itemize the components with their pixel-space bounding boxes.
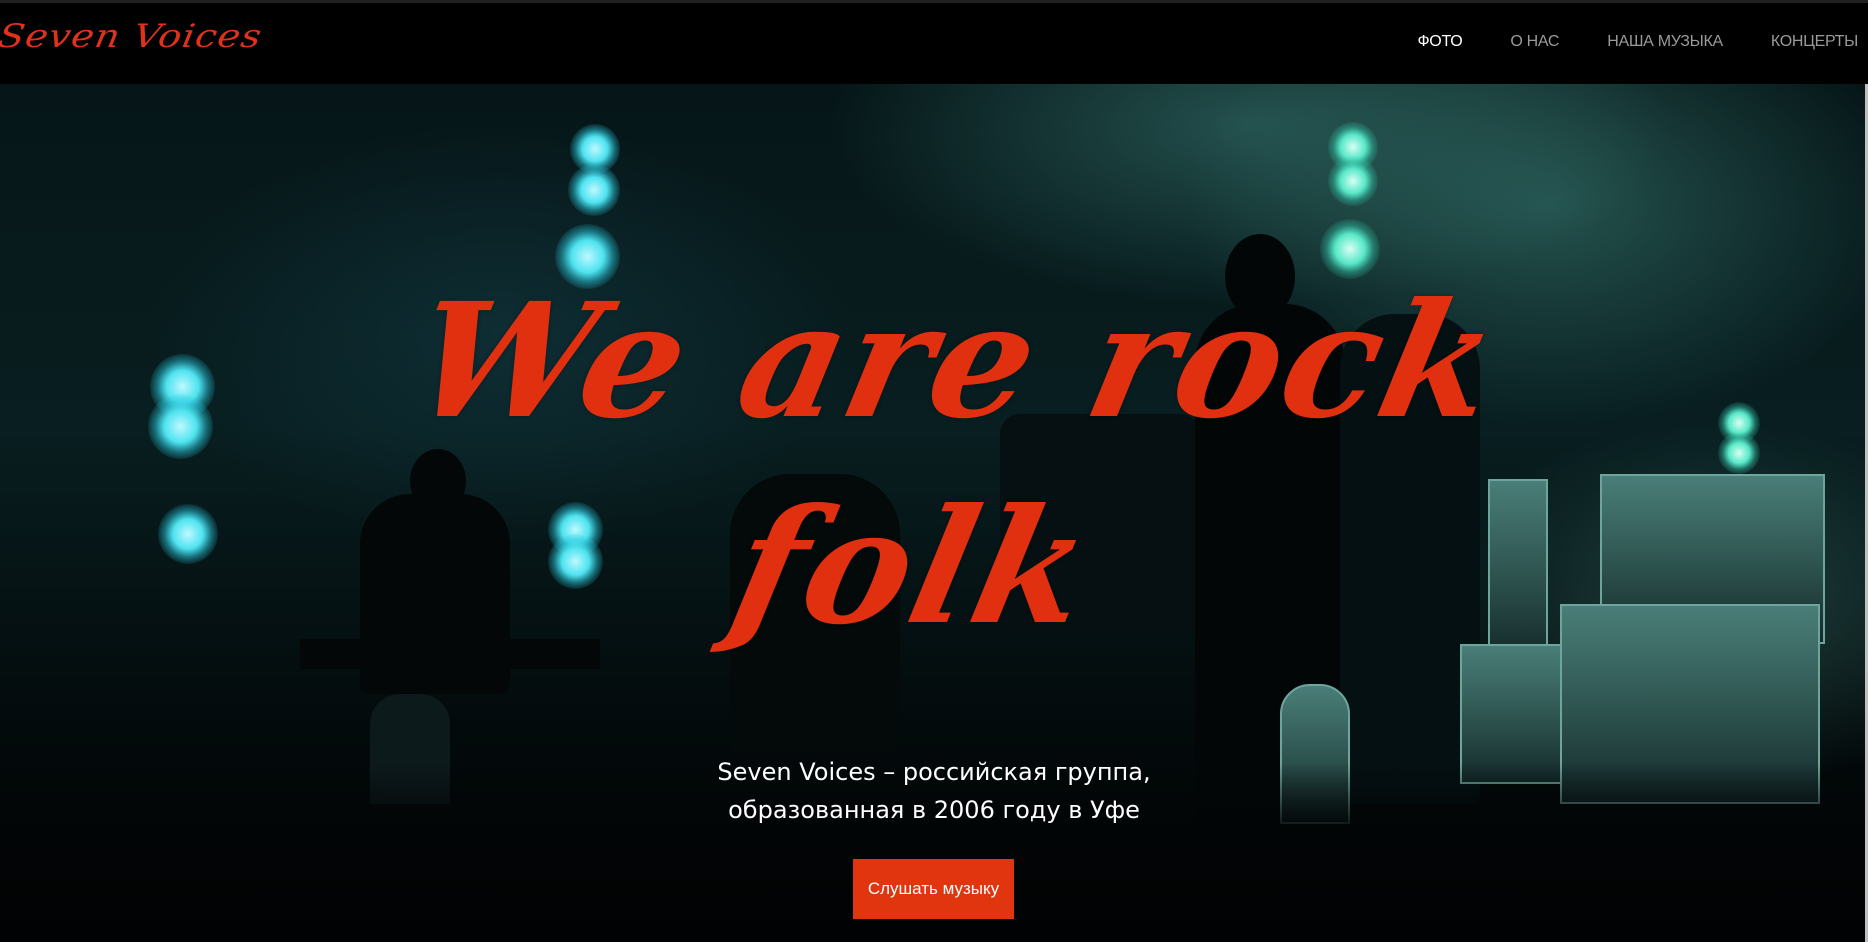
top-navbar: Seven Voices ФОТО О НАС НАША МУЗЫКА КОНЦ…: [0, 0, 1868, 84]
hero-section: We are rock folk Seven Voices – российск…: [0, 84, 1868, 942]
brand-logo[interactable]: Seven Voices: [0, 17, 265, 54]
hero-headline-line2: folk: [717, 475, 1108, 660]
hero-subtitle-line1: Seven Voices – российская группа,: [717, 758, 1151, 786]
stage-light: [1328, 156, 1378, 206]
hero-headline-line1: We are rock: [397, 269, 1515, 454]
stage-light: [568, 164, 620, 216]
nav-item-music[interactable]: НАША МУЗЫКА: [1607, 33, 1723, 51]
hero-subtitle: Seven Voices – российская группа, образо…: [0, 753, 1868, 829]
page: Seven Voices ФОТО О НАС НАША МУЗЫКА КОНЦ…: [0, 0, 1868, 942]
nav-item-photo[interactable]: ФОТО: [1417, 33, 1462, 51]
nav-item-about[interactable]: О НАС: [1510, 33, 1559, 51]
hero-subtitle-line2: образованная в 2006 году в Уфе: [728, 796, 1140, 824]
listen-music-button[interactable]: Слушать музыку: [853, 859, 1014, 919]
hero-headline: We are rock folk: [0, 259, 1868, 671]
main-nav: ФОТО О НАС НАША МУЗЫКА КОНЦЕРТЫ: [1369, 33, 1858, 51]
nav-item-concerts[interactable]: КОНЦЕРТЫ: [1771, 33, 1858, 51]
